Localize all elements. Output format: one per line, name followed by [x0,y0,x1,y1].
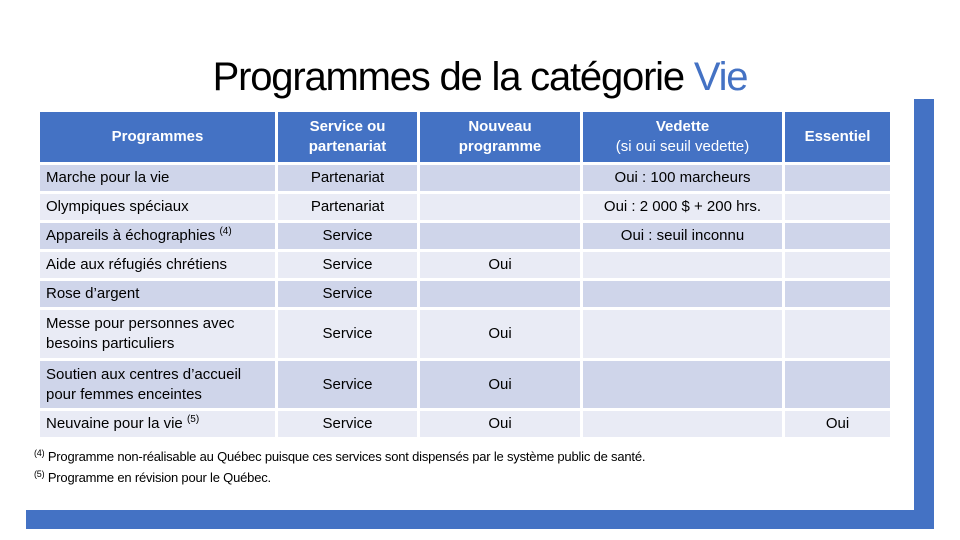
table-row: Marche pour la vie Partenariat Oui : 100 m… [40,165,890,191]
cell-program-name: Neuvaine pour la vie (5) [40,411,275,437]
table-row: Appareils à échographies (4) Service Oui :… [40,223,890,249]
table-row: Neuvaine pour la vie (5) Service Oui Oui [40,411,890,437]
cell-service-type: Service [278,361,417,408]
table-row: Olympiques spéciaux Partenariat Oui : 2 00… [40,194,890,220]
cell-service-type: Service [278,252,417,278]
cell-new-program [420,194,580,220]
cell-featured-threshold [583,361,782,408]
frame-right-bar [914,99,934,528]
footnote-4: (4) Programme non-réalisable au Québec p… [34,448,646,465]
cell-new-program: Oui [420,252,580,278]
footnotes: (4) Programme non-réalisable au Québec p… [34,446,645,488]
cell-service-type: Service [278,411,417,437]
cell-new-program: Oui [420,310,580,358]
cell-new-program [420,165,580,191]
title-main: Programmes de la catégorie [212,55,694,99]
cell-service-type: Partenariat [278,165,417,191]
cell-program-name: Messe pour personnes avec besoins partic… [40,310,275,358]
cell-essential [785,281,890,307]
table-header-row: Programmes Service ou partenariat Nouveau… [40,112,890,162]
header-nouveau-programme: Nouveau programme [420,112,580,162]
frame-bottom-bar [26,510,934,529]
cell-new-program: Oui [420,361,580,408]
cell-essential [785,310,890,358]
table-row: Soutien aux centres d’accueil pour femme… [40,361,890,408]
cell-new-program: Oui [420,411,580,437]
title-accent: Vie [693,55,749,99]
cell-program-name: Soutien aux centres d’accueil pour femme… [40,361,275,408]
footnote-ref: (4) [219,226,232,237]
cell-program-name: Appareils à échographies (4) [40,223,275,249]
cell-essential [785,361,890,408]
cell-essential [785,252,890,278]
table-row: Rose d’argent Service [40,281,890,307]
table-row: Messe pour personnes avec besoins partic… [40,310,890,358]
cell-featured-threshold: Oui : 100 marcheurs [583,165,782,191]
programs-table: Programmes Service ou partenariat Nouveau… [37,109,893,440]
header-programmes: Programmes [40,112,275,162]
cell-service-type: Service [278,281,417,307]
cell-essential [785,165,890,191]
cell-new-program [420,281,580,307]
cell-essential [785,194,890,220]
cell-program-name: Olympiques spéciaux [40,194,275,220]
cell-essential: Oui [785,411,890,437]
header-essentiel: Essentiel [785,112,890,162]
cell-featured-threshold [583,252,782,278]
cell-featured-threshold [583,281,782,307]
cell-featured-threshold: Oui : 2 000 $ + 200 hrs. [583,194,782,220]
footnote-ref: (5) [186,414,200,425]
cell-service-type: Service [278,223,417,249]
cell-featured-threshold [583,411,782,437]
cell-featured-threshold [583,310,782,358]
cell-featured-threshold: Oui : seuil inconnu [583,223,782,249]
table-row: Aide aux réfugiés chrétiens Service Oui [40,252,890,278]
cell-service-type: Partenariat [278,194,417,220]
cell-essential [785,223,890,249]
cell-program-name: Marche pour la vie [40,165,275,191]
cell-program-name: Rose d’argent [40,281,275,307]
cell-program-name: Aide aux réfugiés chrétiens [40,252,275,278]
page-title: Programmes de la catégorie Vie [0,52,960,102]
cell-new-program [420,223,580,249]
footnote-5: (5) Programme en révision pour le Québec… [34,469,271,486]
header-service-ou-partenariat: Service ou partenariat [278,112,417,162]
cell-service-type: Service [278,310,417,358]
header-vedette: Vedette (si oui seuil vedette) [583,112,782,162]
